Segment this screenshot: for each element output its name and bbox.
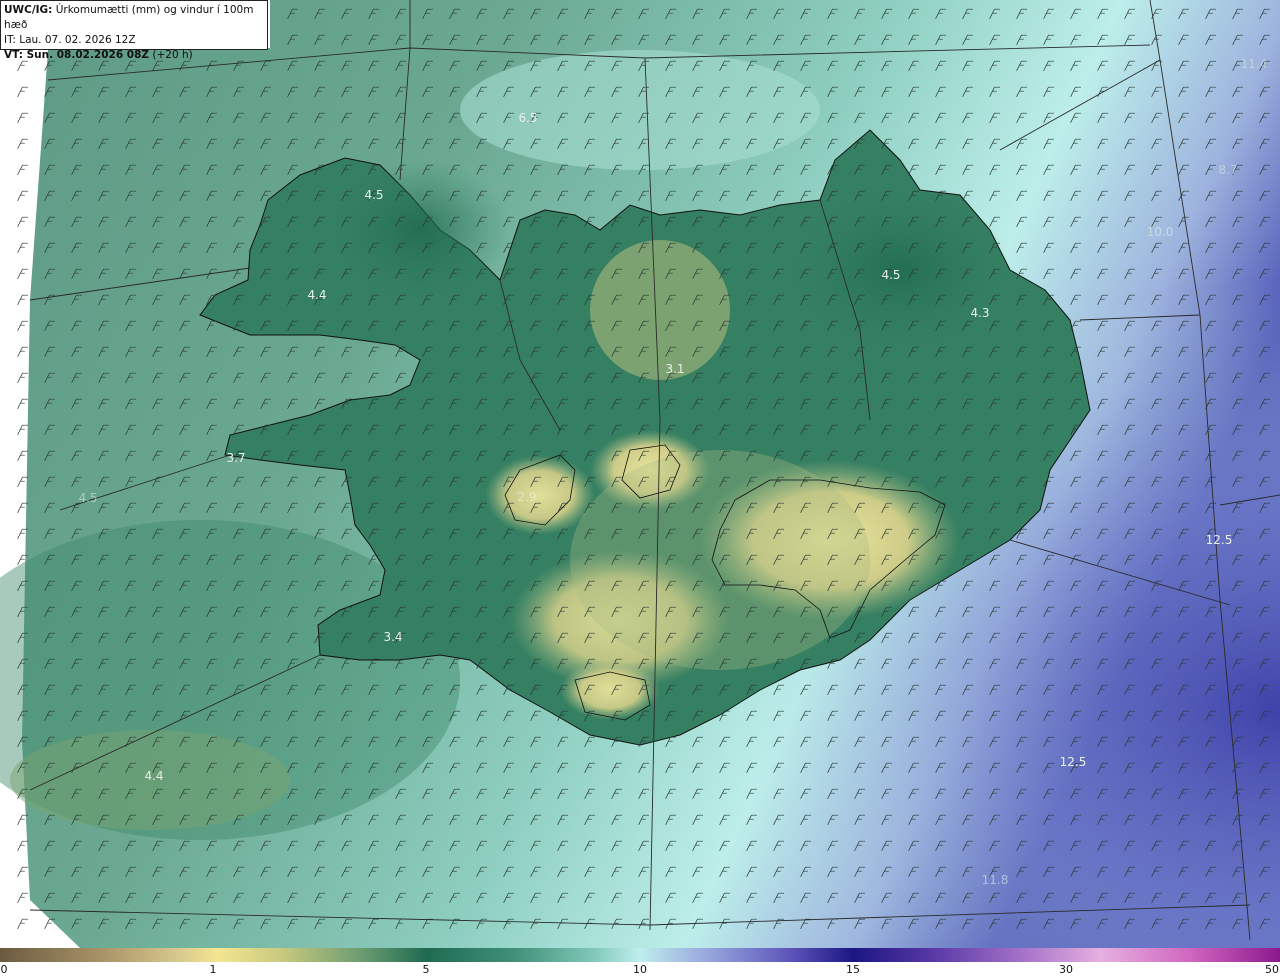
colorbar-tick: 15 <box>846 963 860 976</box>
value-label: 4.4 <box>307 288 326 302</box>
colorbar-tick: 50 <box>1265 963 1279 976</box>
value-label: 11.8 <box>982 873 1009 887</box>
value-label: 6.5 <box>518 111 537 125</box>
value-label: 8.7 <box>1218 163 1237 177</box>
colorbar-tick: 5 <box>422 963 430 976</box>
colorbar-tick: 1 <box>209 963 217 976</box>
value-label: 10.0 <box>1147 225 1174 239</box>
valid-time: VT: Sun. 08.02.2026 08Z (+20 h) <box>4 49 193 61</box>
product-title: UWC/IG: Úrkomumætti (mm) og vindur í 100… <box>4 4 254 31</box>
value-label: 4.5 <box>78 491 97 505</box>
value-label: 4.4 <box>144 769 163 783</box>
value-label: 11.4 <box>1241 57 1268 71</box>
colorbar-tick: 30 <box>1059 963 1073 976</box>
value-label: 3.4 <box>383 630 402 644</box>
value-label: 12.5 <box>1206 533 1233 547</box>
value-label: 2.9 <box>517 490 536 504</box>
colorbar <box>0 948 1280 962</box>
value-label: 3.1 <box>665 362 684 376</box>
colorbar-labels: 0 1 5 10 15 30 50 <box>0 962 1280 978</box>
colorbar-tick: 0 <box>0 963 8 976</box>
colorbar-tick: 10 <box>633 963 647 976</box>
value-label: 4.3 <box>970 306 989 320</box>
value-label: 3.7 <box>226 451 245 465</box>
forecast-info-box: UWC/IG: Úrkomumætti (mm) og vindur í 100… <box>0 0 268 61</box>
value-label: 4.5 <box>881 268 900 282</box>
precipitation-wind-map: 6.5 4.5 4.4 3.7 4.5 4.3 3.1 2.9 3.4 4.4 … <box>0 0 1280 948</box>
value-label: 12.5 <box>1060 755 1087 769</box>
init-time: IT: Lau. 07. 02. 2026 12Z <box>4 34 136 46</box>
value-label: 4.5 <box>364 188 383 202</box>
